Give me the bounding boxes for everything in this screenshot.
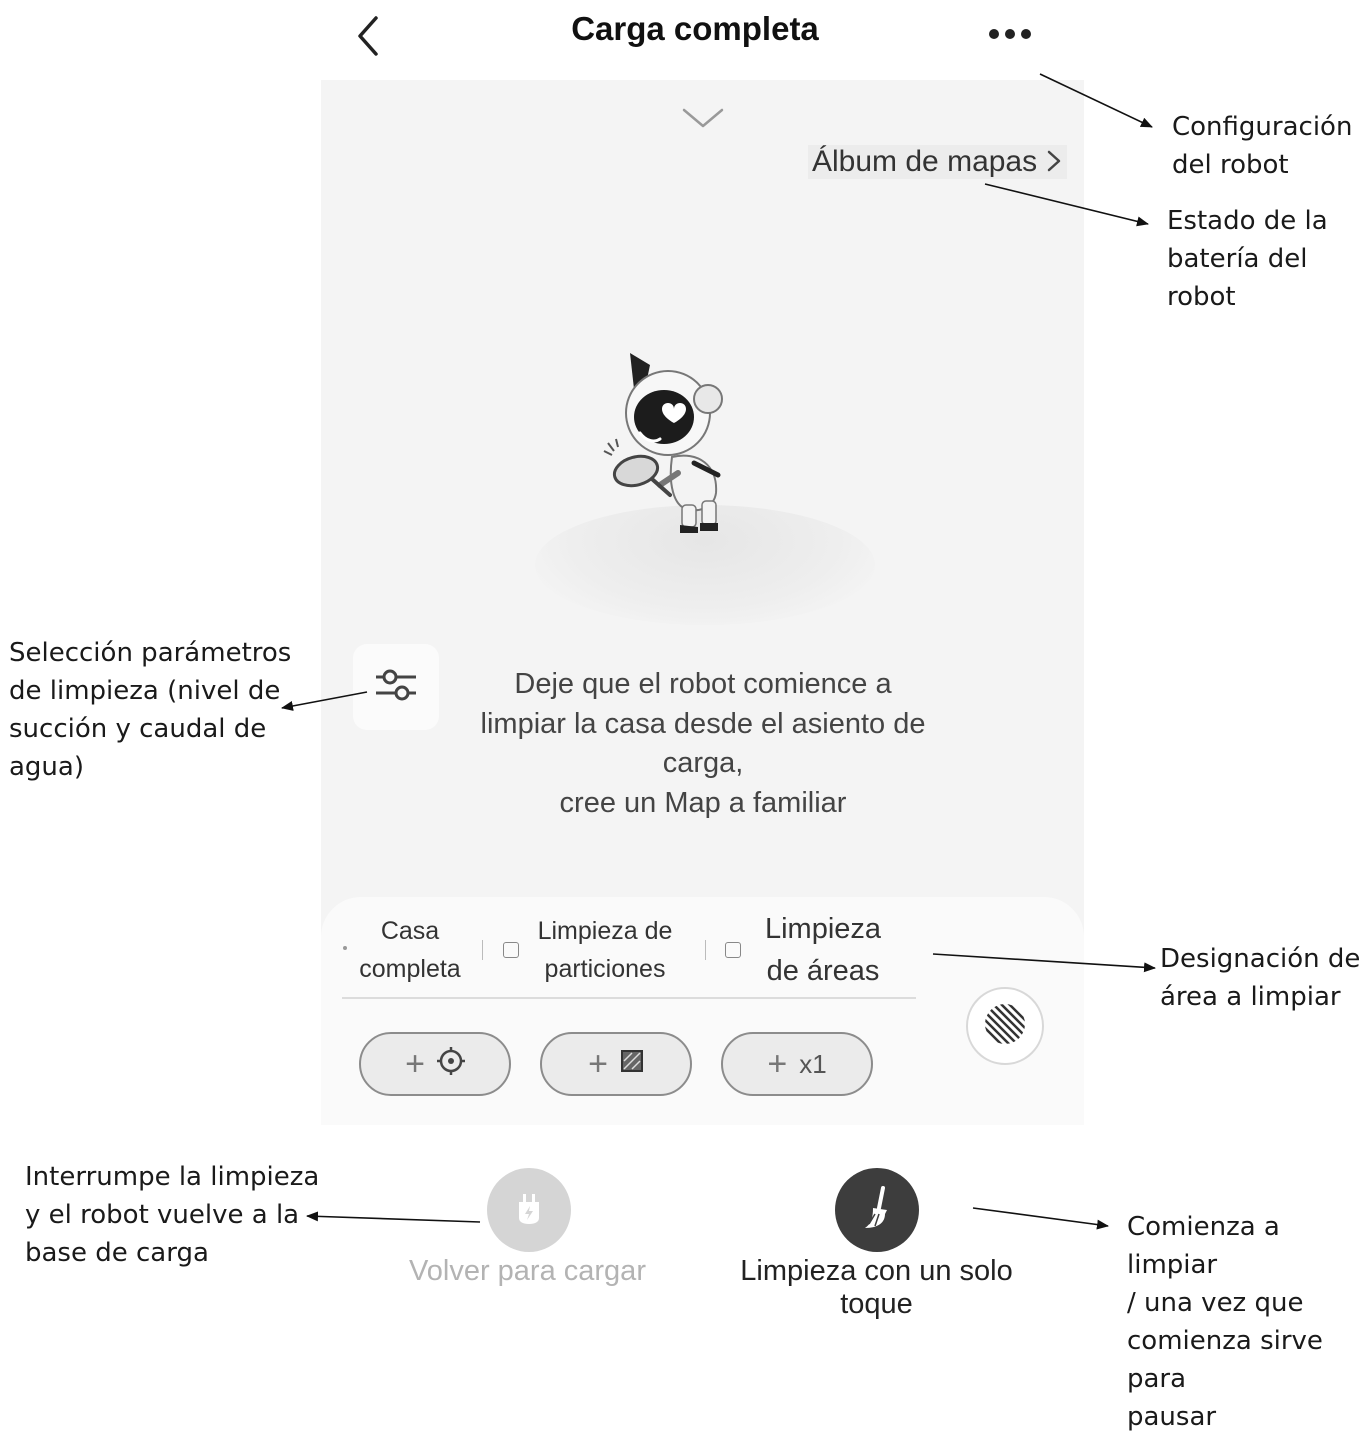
annotation-robot-settings: Configuración del robot xyxy=(1172,112,1353,180)
room-icon xyxy=(620,1049,644,1080)
plus-icon: + xyxy=(588,1045,608,1083)
annotation-area-designation: Designación de área a limpiar xyxy=(1160,944,1361,1012)
annotation-start-pause: Comienza a limpiar / una vez que comienz… xyxy=(1127,1212,1323,1432)
tab-partition-cleaning[interactable]: Limpieza de particiones xyxy=(520,912,690,988)
add-spot-button[interactable]: + xyxy=(359,1032,511,1096)
more-options-icon[interactable] xyxy=(980,20,1040,48)
map-album-label: Álbum de mapas xyxy=(812,145,1038,178)
page-title: Carga completa xyxy=(571,10,819,47)
map-album-link[interactable]: Álbum de mapas xyxy=(808,145,1068,179)
annotation-cleaning-parameters: Selección parámetros de limpieza (nivel … xyxy=(9,638,292,782)
area-select-icon xyxy=(725,942,741,958)
charging-dock-icon xyxy=(511,1188,547,1233)
add-zone-button[interactable]: + xyxy=(540,1032,692,1096)
repeat-count-button[interactable]: + x1 xyxy=(721,1032,873,1096)
one-touch-clean-button[interactable] xyxy=(835,1168,919,1252)
arrow-return xyxy=(306,1211,481,1223)
tab-area-cleaning[interactable]: Limpieza de áreas xyxy=(748,908,898,992)
robot-mascot-illustration xyxy=(590,345,750,535)
partition-icon xyxy=(503,942,519,958)
chevron-right-icon xyxy=(1045,145,1063,178)
annotation-battery-status: Estado de la batería del robot xyxy=(1167,206,1328,312)
plus-icon: + xyxy=(767,1045,788,1083)
sliders-icon xyxy=(374,667,418,708)
hatch-pattern-button[interactable] xyxy=(966,987,1044,1065)
tab-divider xyxy=(482,940,483,960)
arrow-start xyxy=(972,1207,1109,1230)
cleaning-settings-button[interactable] xyxy=(353,644,439,730)
hatch-pattern-icon xyxy=(983,1002,1027,1051)
one-touch-clean-label: Limpieza con un solo toque xyxy=(740,1255,1013,1320)
plus-icon: + xyxy=(405,1045,425,1083)
tab-divider xyxy=(705,940,706,960)
target-icon xyxy=(436,1046,465,1082)
repeat-count-value: x1 xyxy=(799,1048,827,1079)
annotation-return-to-dock: Interrumpe la limpieza y el robot vuelve… xyxy=(25,1162,320,1268)
chevron-down-icon[interactable] xyxy=(680,100,726,136)
map-hint-text: Deje que el robot comience a limpiar la … xyxy=(480,668,926,819)
broom-icon xyxy=(855,1184,899,1237)
back-icon[interactable] xyxy=(352,14,388,58)
return-to-dock-button[interactable] xyxy=(487,1168,571,1252)
tab-whole-home[interactable]: Casa completa xyxy=(345,912,475,988)
return-to-dock-label: Volver para cargar xyxy=(409,1255,646,1287)
tab-underline xyxy=(342,997,916,999)
